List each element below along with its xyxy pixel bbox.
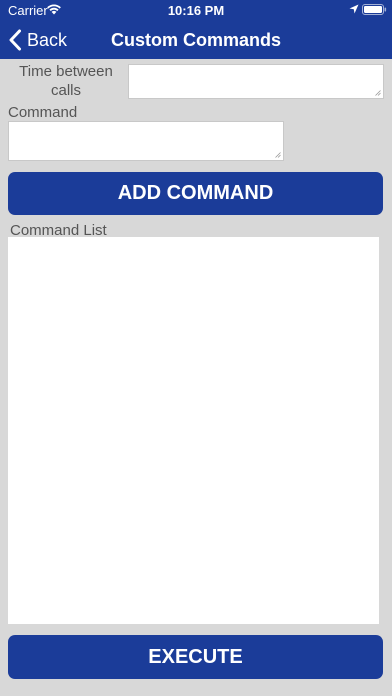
navigation-bar: Back Custom Commands xyxy=(0,20,392,59)
command-list[interactable] xyxy=(8,237,379,624)
execute-button[interactable]: EXECUTE xyxy=(8,635,383,679)
status-bar: Carrier 10:16 PM xyxy=(0,0,392,20)
add-command-button[interactable]: ADD COMMAND xyxy=(8,172,383,215)
resize-grip-icon xyxy=(375,90,381,96)
page-title: Custom Commands xyxy=(110,30,281,50)
header: Carrier 10:16 PM Back Custom Commands xyxy=(0,0,392,59)
time-between-calls-input[interactable] xyxy=(129,65,383,98)
command-field[interactable] xyxy=(8,121,284,161)
status-time: 10:16 PM xyxy=(167,3,225,18)
command-input[interactable] xyxy=(9,122,283,160)
command-label: Command xyxy=(8,104,78,121)
battery-icon xyxy=(362,4,387,15)
time-between-calls-label: Time between calls xyxy=(19,63,113,99)
time-between-calls-field[interactable] xyxy=(128,64,384,99)
resize-grip-icon xyxy=(275,152,281,158)
custom-commands-screen: Carrier 10:16 PM Back Custom Commands Ti… xyxy=(0,0,392,696)
location-icon xyxy=(349,4,359,14)
